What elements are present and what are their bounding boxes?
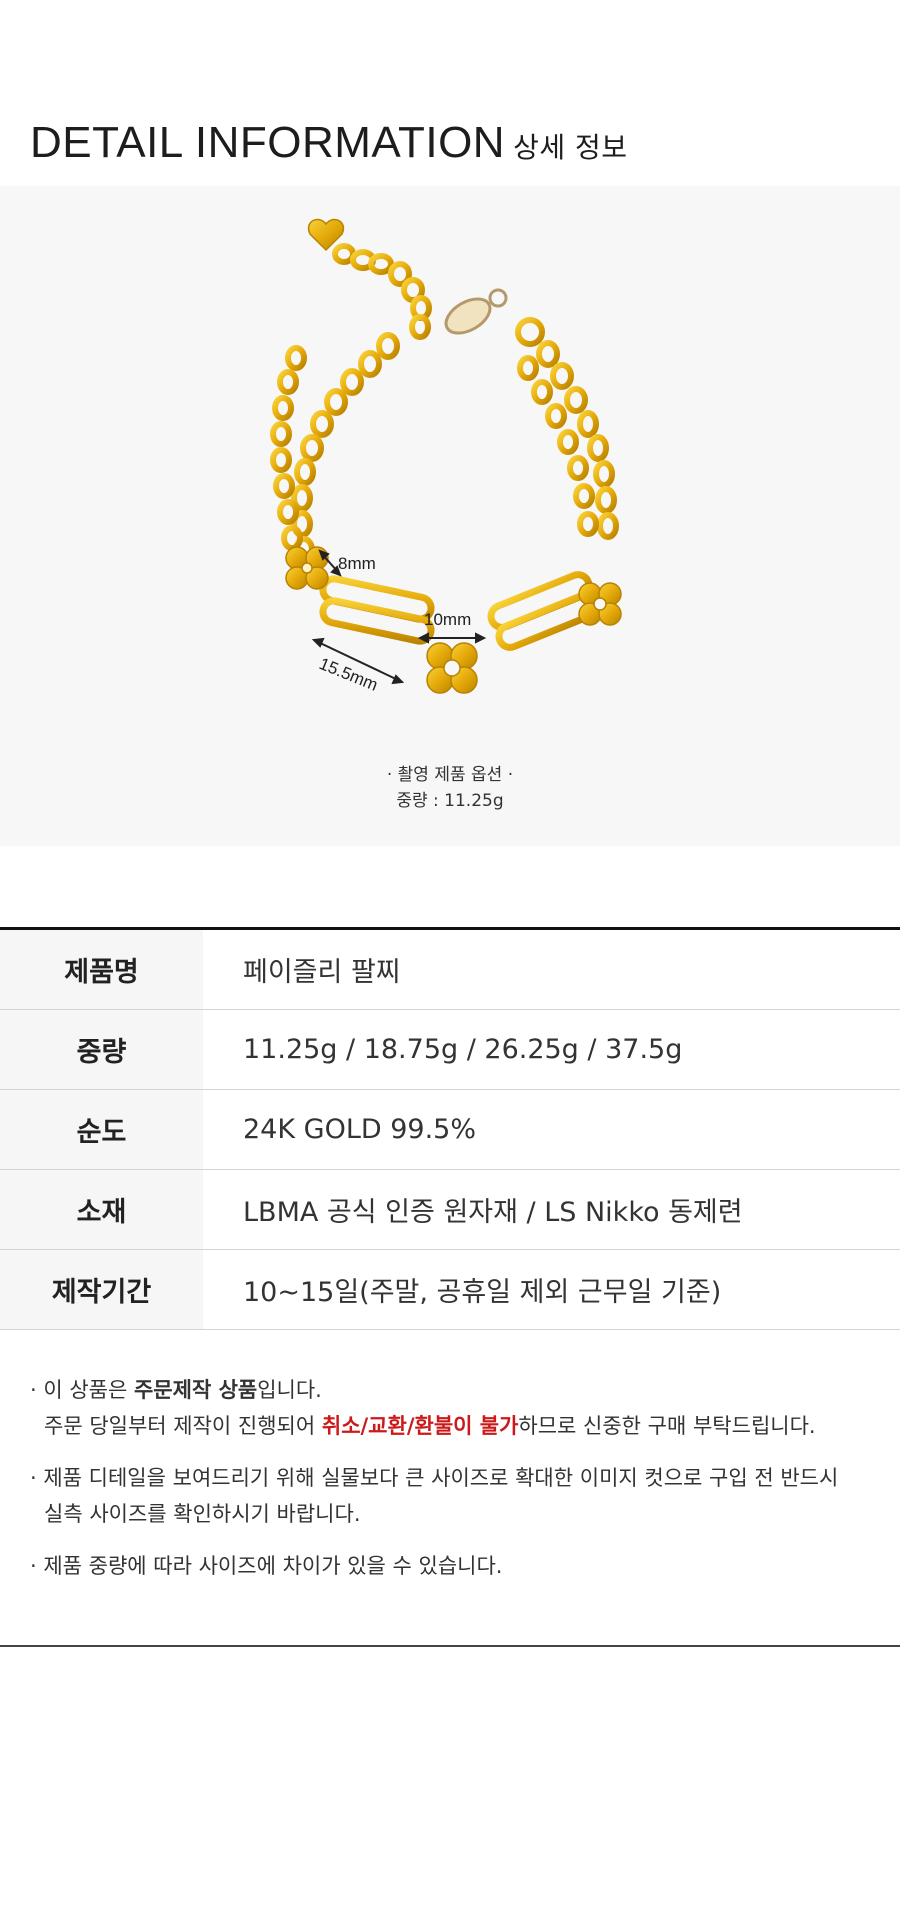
- lobster-clasp: [444, 288, 545, 347]
- left-chain: [270, 332, 400, 564]
- table-row: 제품명 페이즐리 팔찌: [0, 928, 900, 1010]
- table-row: 중량 11.25g / 18.75g / 26.25g / 37.5g: [0, 1009, 900, 1090]
- table-row: 순도 24K GOLD 99.5%: [0, 1089, 900, 1170]
- notice-text: 입니다.: [257, 1378, 322, 1402]
- table-row: 소재 LBMA 공식 인증 원자재 / LS Nikko 동제련: [0, 1169, 900, 1250]
- notice-text: · 제품 중량에 따라 사이즈에 차이가 있을 수 있습니다.: [30, 1554, 503, 1578]
- dim-link-width: 8mm: [338, 554, 376, 573]
- notice-list: · 이 상품은 주문제작 상품입니다. 주문 당일부터 제작이 진행되어 취소/…: [30, 1372, 880, 1600]
- notice-image-size: · 제품 디테일을 보여드리기 위해 실물보다 큰 사이즈로 확대한 이미지 컷…: [30, 1460, 880, 1532]
- spec-label: 중량: [0, 1009, 203, 1090]
- table-row: 제작기간 10~15일(주말, 공휴일 제외 근무일 기준): [0, 1249, 900, 1330]
- notice-weight-size: · 제품 중량에 따라 사이즈에 차이가 있을 수 있습니다.: [30, 1548, 880, 1584]
- dim-bar-length: 15.5mm: [317, 654, 381, 695]
- product-photo: 8mm 10mm 15.5mm · 촬영 제품 옵션 · 중량 : 11.25g: [0, 186, 900, 846]
- spec-label: 제품명: [0, 928, 203, 1010]
- bracelet-illustration: 8mm 10mm 15.5mm: [270, 218, 622, 695]
- notice-custom-order: · 이 상품은 주문제작 상품입니다. 주문 당일부터 제작이 진행되어 취소/…: [30, 1372, 880, 1444]
- notice-text: · 이 상품은: [30, 1378, 134, 1402]
- notice-text: · 제품 디테일을 보여드리기 위해 실물보다 큰 사이즈로 확대한 이미지 컷…: [30, 1466, 839, 1490]
- spec-label: 제작기간: [0, 1249, 203, 1330]
- photo-caption-weight: 중량 : 11.25g: [396, 791, 504, 811]
- section-divider: [0, 1645, 900, 1647]
- spec-value: 10~15일(주말, 공휴일 제외 근무일 기준): [203, 1249, 900, 1330]
- notice-text: 실측 사이즈를 확인하시기 바랍니다.: [44, 1502, 361, 1526]
- spec-label: 소재: [0, 1169, 203, 1250]
- spec-value: 페이즐리 팔찌: [203, 928, 900, 1010]
- notice-text: 하므로 신중한 구매 부탁드립니다.: [518, 1414, 816, 1438]
- notice-text: 주문 당일부터 제작이 진행되어: [44, 1414, 322, 1438]
- spec-value: 24K GOLD 99.5%: [203, 1089, 900, 1170]
- title-english: DETAIL INFORMATION: [30, 118, 506, 167]
- spec-value: 11.25g / 18.75g / 26.25g / 37.5g: [203, 1009, 900, 1090]
- notice-warning: 취소/교환/환불이 불가: [321, 1414, 519, 1438]
- spec-value: LBMA 공식 인증 원자재 / LS Nikko 동제련: [203, 1169, 900, 1250]
- spec-label: 순도: [0, 1089, 203, 1170]
- dim-clover-size: 10mm: [424, 610, 471, 629]
- photo-caption-option: · 촬영 제품 옵션 ·: [386, 765, 514, 785]
- title-korean: 상세 정보: [513, 131, 628, 164]
- page-title: DETAIL INFORMATION 상세 정보: [30, 118, 628, 168]
- spec-table: 제품명 페이즐리 팔찌 중량 11.25g / 18.75g / 26.25g …: [0, 927, 900, 1330]
- notice-bold: 주문제작 상품: [133, 1378, 258, 1402]
- extender-chain: [332, 243, 432, 340]
- right-chain: [517, 340, 619, 540]
